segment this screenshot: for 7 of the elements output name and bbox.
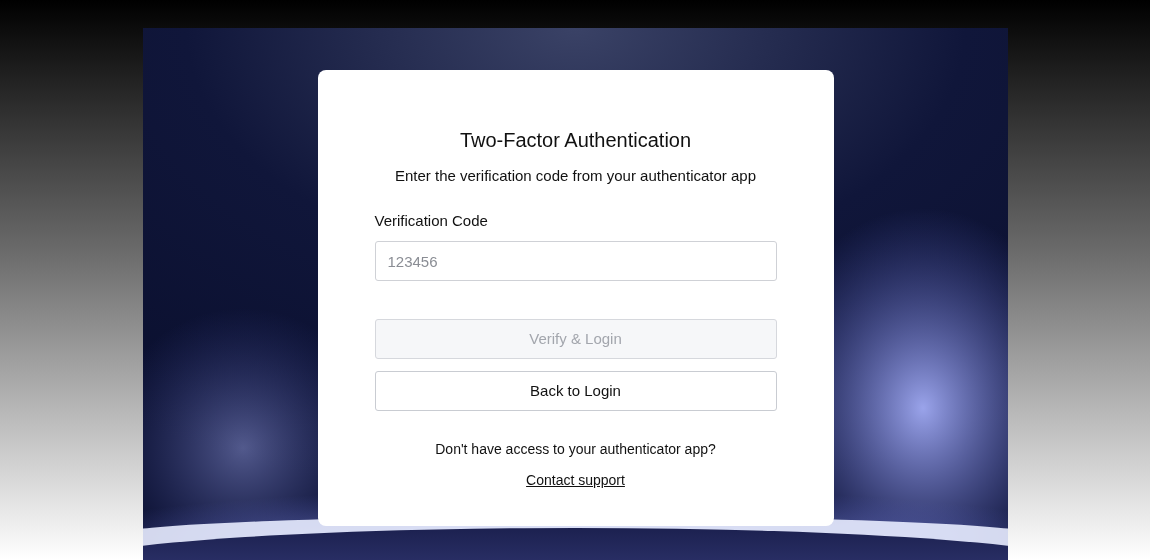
card-title: Two-Factor Authentication	[458, 128, 693, 152]
field-label: Verification Code	[374, 210, 489, 231]
back-button[interactable]: Back to Login	[374, 371, 777, 411]
help-text: Don't have access to your authenticator app?	[434, 440, 717, 459]
contact-support-link[interactable]: Contact support	[526, 472, 625, 488]
code-input-field[interactable]: 123456	[374, 241, 777, 281]
card-subtitle: Enter the verification code from your authenticator app	[393, 166, 757, 186]
